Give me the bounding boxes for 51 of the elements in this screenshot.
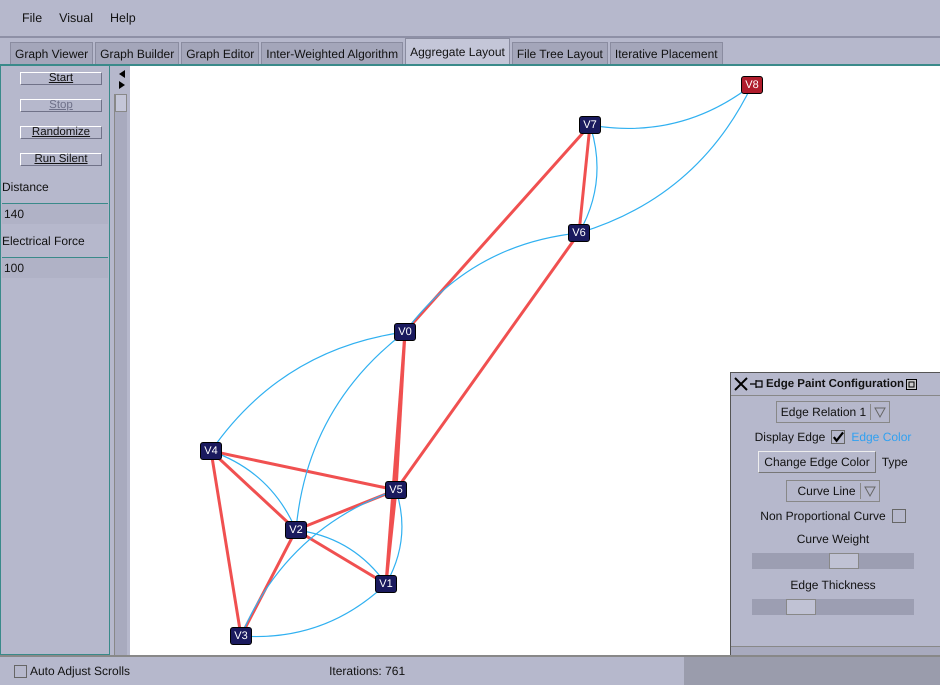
collapse-arrows-icon[interactable] (118, 69, 126, 91)
pin-icon[interactable] (750, 379, 764, 389)
panel-button[interactable]: Run Silent (20, 153, 102, 166)
scrollbar[interactable] (114, 94, 126, 655)
graph-node[interactable]: V7 (579, 116, 601, 134)
input-field[interactable]: 140 (2, 203, 108, 224)
graph-node[interactable]: V5 (385, 481, 407, 499)
field-label: Distance (1, 180, 50, 196)
slider[interactable] (752, 599, 914, 615)
graph-node[interactable]: V3 (230, 627, 252, 645)
slider-thumb[interactable] (829, 553, 860, 569)
tab[interactable]: Aggregate Layout (405, 38, 510, 64)
close-icon[interactable] (734, 377, 748, 391)
tab[interactable]: Iterative Placement (610, 42, 723, 64)
auto-adjust-label: Auto Adjust Scrolls (30, 664, 130, 678)
graph-node[interactable]: V2 (285, 521, 307, 539)
checkbox[interactable] (831, 430, 846, 444)
maximize-icon[interactable] (906, 378, 917, 390)
type-label: Type (882, 455, 908, 469)
tab[interactable]: Inter-Weighted Algorithm (261, 42, 404, 64)
panel-button[interactable]: Randomize (20, 126, 102, 139)
panel-button[interactable]: Start (20, 72, 102, 85)
slider[interactable] (752, 553, 914, 569)
relation-dropdown[interactable]: Edge Relation 1 (776, 401, 890, 423)
iterations-text: Iterations: 761 (329, 664, 406, 678)
graph-node[interactable]: V1 (375, 575, 397, 593)
non-proportional-label: Non Proportional Curve (760, 509, 886, 523)
checkbox[interactable] (892, 509, 906, 523)
input-field[interactable]: 100 (2, 257, 108, 278)
line-type-dropdown[interactable]: Curve Line (786, 480, 880, 502)
slider-label: Curve Weight (796, 532, 870, 546)
graph-node[interactable]: V0 (394, 323, 416, 341)
edge-color-label: Edge Color (851, 430, 912, 444)
slider-label: Edge Thickness (790, 578, 876, 592)
graph-node[interactable]: V6 (568, 224, 590, 242)
scrollbar[interactable] (731, 646, 940, 655)
menu-item[interactable]: File (22, 11, 42, 25)
graph-node[interactable]: V4 (200, 442, 222, 460)
checkbox[interactable] (14, 664, 27, 678)
tab[interactable]: Graph Viewer (10, 42, 94, 64)
field-label: Electrical Force (1, 234, 86, 250)
tab[interactable]: Graph Editor (181, 42, 260, 64)
menu-item[interactable]: Visual (59, 11, 93, 25)
slider-thumb[interactable] (786, 599, 816, 615)
display-edge-label: Display Edge (754, 430, 826, 444)
tab[interactable]: Graph Builder (95, 42, 180, 64)
change-color-button[interactable]: Change Edge Color (758, 451, 876, 473)
graph-node[interactable]: V8 (741, 76, 763, 94)
dialog-title: Edge Paint Configuration (766, 378, 904, 390)
tab[interactable]: File Tree Layout (512, 42, 608, 64)
menu-item[interactable]: Help (110, 11, 136, 25)
